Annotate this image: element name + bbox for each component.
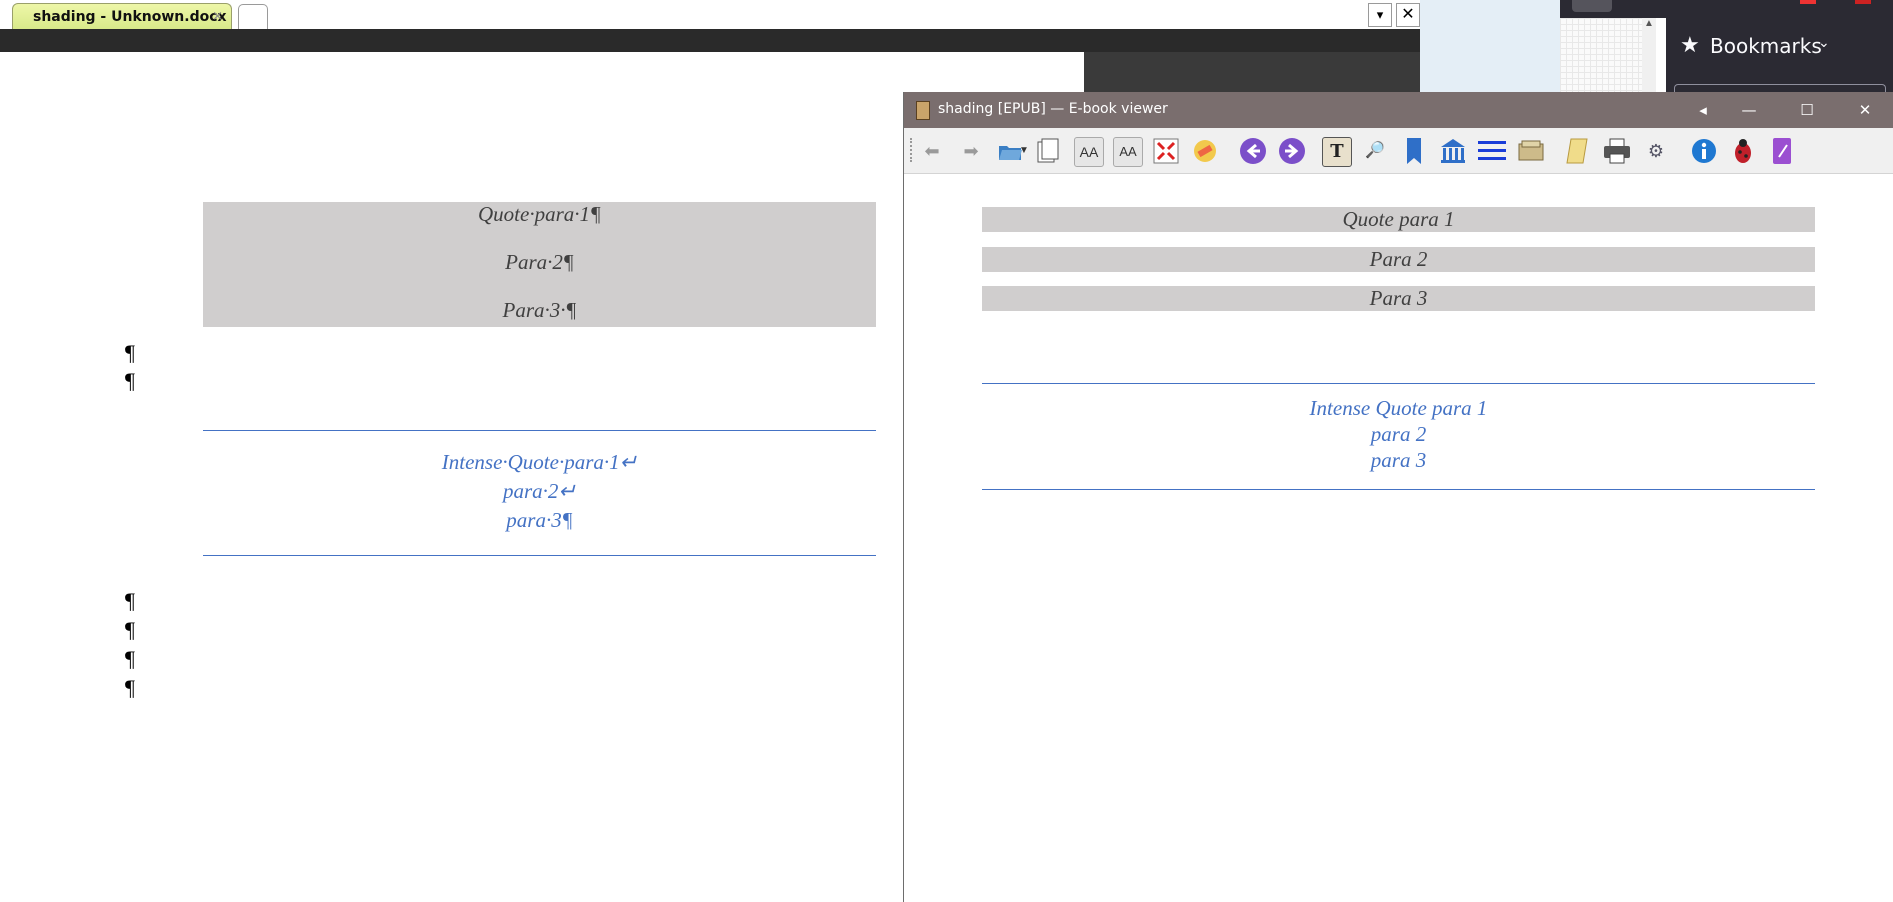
look-up-icon[interactable]: 🔎 <box>1361 137 1389 165</box>
extension-icon[interactable] <box>1800 0 1816 4</box>
ebook-intense-top-border <box>982 383 1815 384</box>
quote-para-1[interactable]: Quote·para·1¶ <box>203 202 876 227</box>
library-icon[interactable] <box>1439 137 1467 165</box>
bookmarks-sidebar: ★ Bookmarks ⌄ <box>1666 18 1893 97</box>
text-icon[interactable]: T <box>1322 137 1352 167</box>
font-smaller-icon[interactable]: AA <box>1113 137 1143 167</box>
intense-quote-line-2[interactable]: para·2↵ <box>203 479 876 504</box>
document-tab-title: shading - Unknown.docx <box>33 9 227 25</box>
next-icon[interactable] <box>1278 137 1306 165</box>
empty-paragraph-mark[interactable]: ¶ <box>125 588 135 614</box>
empty-paragraph-mark[interactable]: ¶ <box>125 340 135 366</box>
previous-icon[interactable] <box>1239 137 1267 165</box>
intense-quote-line-3[interactable]: para·3¶ <box>203 508 876 533</box>
ebook-quote-para-3: Para 3 <box>982 286 1815 311</box>
extension-icon[interactable] <box>1855 0 1871 4</box>
reference-icon[interactable] <box>1517 137 1545 165</box>
browser-tab-strip <box>1560 0 1893 18</box>
ebook-viewer-titlebar[interactable]: shading [EPUB] — E-book viewer ◂ — ☐ ✕ <box>904 92 1893 128</box>
ruler-bar <box>0 29 1420 52</box>
bookmarks-title[interactable]: Bookmarks <box>1710 34 1822 58</box>
document-tab[interactable]: shading - Unknown.docx × <box>12 3 232 29</box>
empty-paragraph-mark[interactable]: ¶ <box>125 646 135 672</box>
intense-quote-line-1[interactable]: Intense·Quote·para·1↵ <box>203 450 876 475</box>
quote-block: Quote·para·1¶ Para·2¶ Para·3·¶ <box>203 202 876 327</box>
ebook-intense-line-3: para 3 <box>1370 448 1427 472</box>
browser-content-area <box>1420 0 1560 92</box>
ebook-intense-line-1: Intense Quote para 1 <box>1309 396 1488 420</box>
preferences-icon[interactable] <box>1191 137 1219 165</box>
ebook-content[interactable]: Quote para 1 Para 2 Para 3 Intense Quote… <box>904 174 1893 902</box>
chevron-down-icon[interactable]: ⌄ <box>1818 34 1830 51</box>
ebook-viewer-toolbar: ⬅ ➡ ▼ AA AA T 🔎 ⚙ <box>904 128 1893 174</box>
window-title: shading [EPUB] — E-book viewer <box>938 101 1168 117</box>
empty-paragraph-mark[interactable]: ¶ <box>125 617 135 643</box>
theme-icon[interactable] <box>1768 137 1796 165</box>
ebook-quote-para-1: Quote para 1 <box>982 207 1815 232</box>
browser-tab-button[interactable] <box>1572 0 1612 12</box>
tab-close-icon[interactable]: × <box>212 4 223 30</box>
browser-page-grid <box>1560 18 1654 92</box>
debug-icon[interactable]: ⚙ <box>1642 137 1670 165</box>
document-tab-bar: shading - Unknown.docx × ▾ ✕ <box>0 0 1420 30</box>
minimize-button[interactable]: — <box>1726 96 1772 124</box>
close-document-button[interactable]: ✕ <box>1396 3 1420 27</box>
ebook-quote-para-2: Para 2 <box>982 247 1815 272</box>
bookmark-icon[interactable] <box>1400 137 1428 165</box>
bug-icon[interactable] <box>1729 137 1757 165</box>
fullscreen-icon[interactable] <box>1152 137 1180 165</box>
back-triangle-icon[interactable]: ◂ <box>1680 96 1726 124</box>
quote-para-2[interactable]: Para·2¶ <box>203 250 876 275</box>
empty-paragraph-mark[interactable]: ¶ <box>125 675 135 701</box>
forward-arrow-icon[interactable]: ➡ <box>957 137 985 165</box>
ebook-intense-bottom-border <box>982 489 1815 490</box>
scroll-icon[interactable] <box>1564 137 1592 165</box>
copy-page-icon[interactable] <box>1034 137 1062 165</box>
intense-quote-bottom-border <box>203 555 876 556</box>
empty-paragraph-mark[interactable]: ¶ <box>125 368 135 394</box>
ebook-intense-line-2: para 2 <box>1370 422 1427 446</box>
browser-scrollbar[interactable]: ▲ <box>1642 18 1656 92</box>
print-icon[interactable] <box>1603 137 1631 165</box>
tab-list-dropdown-button[interactable]: ▾ <box>1368 3 1392 27</box>
workspace-background <box>1084 52 1420 92</box>
font-larger-icon[interactable]: AA <box>1074 137 1104 167</box>
star-icon: ★ <box>1680 32 1700 57</box>
back-arrow-icon[interactable]: ⬅ <box>918 137 946 165</box>
app-icon <box>916 101 930 120</box>
toolbar-grip[interactable] <box>910 138 915 162</box>
new-tab-button[interactable] <box>238 4 268 29</box>
ebook-viewer-window: shading [EPUB] — E-book viewer ◂ — ☐ ✕ ⬅… <box>903 92 1893 902</box>
toc-icon[interactable] <box>1478 137 1506 165</box>
maximize-button[interactable]: ☐ <box>1784 96 1830 124</box>
dropdown-icon[interactable]: ▼ <box>1017 137 1031 165</box>
close-button[interactable]: ✕ <box>1842 96 1888 124</box>
intense-quote-top-border <box>203 430 876 431</box>
quote-para-3[interactable]: Para·3·¶ <box>203 298 876 323</box>
info-icon[interactable] <box>1690 137 1718 165</box>
